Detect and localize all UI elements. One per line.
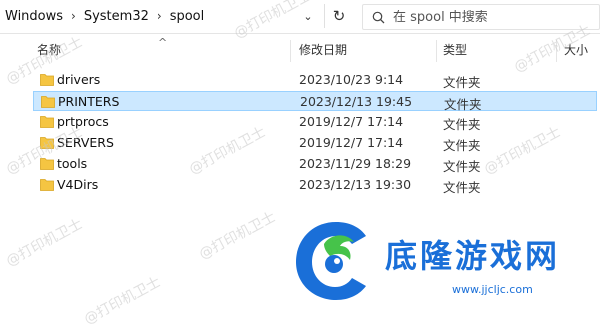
refresh-icon: ↻	[332, 7, 346, 25]
watermark: @打印机卫士	[3, 216, 86, 270]
file-modified: 2023/12/13 19:45	[300, 94, 413, 109]
file-modified: 2023/10/23 9:14	[299, 72, 404, 87]
chevron-down-icon: ⌄	[303, 9, 313, 23]
search-input[interactable]	[393, 9, 583, 25]
file-type: 文件夹	[443, 180, 481, 195]
file-row-v4dirs[interactable]: V4Dirs 2023/12/13 19:30 文件夹	[33, 175, 597, 195]
file-type: 文件夹	[443, 138, 481, 153]
column-type[interactable]: 类型	[443, 34, 467, 64]
breadcrumb: Windows › System32 › spool	[2, 5, 207, 27]
logo-url: www.jjcljc.com	[452, 283, 533, 296]
file-type: 文件夹	[443, 75, 481, 90]
folder-icon	[40, 74, 54, 86]
file-modified: 2023/11/29 18:29	[299, 156, 412, 171]
watermark: @打印机卫士	[196, 209, 279, 263]
chevron-right-icon[interactable]: ›	[66, 9, 81, 23]
file-type: 文件夹	[444, 97, 482, 112]
file-modified: 2019/12/7 17:14	[299, 135, 404, 150]
column-modified[interactable]: 修改日期	[299, 34, 347, 64]
search-icon	[363, 11, 393, 24]
file-name: V4Dirs	[57, 177, 99, 192]
file-name: drivers	[57, 72, 101, 87]
logo-title: 底隆游戏网	[385, 237, 561, 275]
chevron-right-icon[interactable]: ›	[152, 9, 167, 23]
file-row-drivers[interactable]: drivers 2023/10/23 9:14 文件夹	[33, 70, 597, 90]
file-row-printers[interactable]: PRINTERS 2023/12/13 19:45 文件夹	[33, 91, 597, 112]
site-logo: 底隆游戏网 www.jjcljc.com	[290, 212, 598, 306]
watermark: @打印机卫士	[81, 274, 164, 328]
sort-ascending-icon: ^	[158, 36, 168, 49]
file-modified: 2023/12/13 19:30	[299, 177, 412, 192]
breadcrumb-spool[interactable]: spool	[167, 9, 208, 24]
file-name: tools	[57, 156, 88, 171]
folder-icon	[40, 116, 54, 128]
folder-icon	[40, 179, 54, 191]
dragon-logo-icon	[296, 222, 366, 300]
search-box[interactable]	[362, 4, 600, 30]
breadcrumb-system32[interactable]: System32	[81, 9, 152, 24]
column-divider[interactable]	[290, 40, 291, 62]
file-modified: 2019/12/7 17:14	[299, 114, 404, 129]
file-row-prtprocs[interactable]: prtprocs 2019/12/7 17:14 文件夹	[33, 112, 597, 132]
folder-icon	[41, 96, 55, 108]
column-divider[interactable]	[436, 40, 437, 62]
file-type: 文件夹	[443, 159, 481, 174]
refresh-button[interactable]: ↻	[324, 4, 353, 28]
breadcrumb-windows[interactable]: Windows	[2, 9, 66, 24]
file-name: PRINTERS	[58, 94, 120, 109]
file-type: 文件夹	[443, 117, 481, 132]
